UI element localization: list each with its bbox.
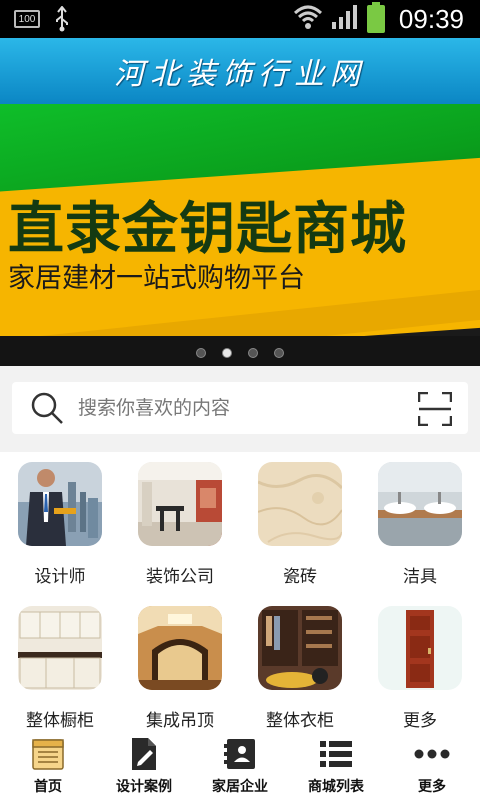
category-grid: 设计师 装饰公司 瓷砖 洁具 整体橱柜 集成吊顶 整体衣柜 更多 [0,452,480,732]
search-bar[interactable] [12,382,468,434]
nav-home[interactable]: 首页 [0,732,96,800]
list-icon [318,736,354,772]
nav-label: 更多 [418,779,446,795]
promo-banner[interactable]: 直隶金钥匙商城 家居建材一站式购物平台 [0,104,480,366]
category-label: 更多 [403,711,437,731]
category-label: 瓷砖 [283,567,317,587]
category-label: 整体橱柜 [26,711,94,731]
category-label: 设计师 [34,567,86,587]
category-label: 洁具 [403,567,437,587]
banner-dot[interactable] [248,348,258,358]
banner-pagination [0,348,480,358]
battery-icon [366,2,385,33]
tile-image [258,462,342,546]
wifi-icon [293,4,323,34]
category-label: 整体衣柜 [266,711,334,731]
design-case-icon [126,736,162,772]
category-tile[interactable]: 瓷砖 [240,452,360,594]
category-label: 集成吊顶 [146,711,214,731]
wardrobe-image [258,606,342,690]
nav-more[interactable]: 更多 [384,732,480,800]
category-more[interactable]: 更多 [360,596,480,738]
nav-design-cases[interactable]: 设计案例 [96,732,192,800]
nav-label: 家居企业 [212,779,268,795]
designer-image [18,462,102,546]
category-decoration-company[interactable]: 装饰公司 [120,452,240,594]
usb-icon [54,5,70,37]
app-header: 河北装饰行业网 [0,38,480,104]
more-icon [414,736,450,772]
category-ceiling[interactable]: 集成吊顶 [120,596,240,738]
signal-icon [331,4,359,34]
banner-headline: 直隶金钥匙商城 [8,197,407,262]
nav-home-companies[interactable]: 家居企业 [192,732,288,800]
bottom-nav: 首页 设计案例 家居企业 商城列表 更多 [0,732,480,800]
search-icon[interactable] [30,391,64,425]
sanitary-ware-image [378,462,462,546]
search-area [0,366,480,452]
kitchen-cabinet-image [18,606,102,690]
search-input[interactable] [78,397,388,419]
scan-icon[interactable] [417,391,453,427]
decoration-company-image [138,462,222,546]
banner-dot[interactable] [274,348,284,358]
category-designer[interactable]: 设计师 [0,452,120,594]
category-sanitary-ware[interactable]: 洁具 [360,452,480,594]
company-icon [222,736,258,772]
nav-mall-list[interactable]: 商城列表 [288,732,384,800]
app-title: 河北装饰行业网 [114,57,366,92]
battery-percent-text: 100 [18,13,36,25]
category-kitchen-cabinet[interactable]: 整体橱柜 [0,596,120,738]
category-label: 装饰公司 [146,567,214,587]
ceiling-image [138,606,222,690]
category-wardrobe[interactable]: 整体衣柜 [240,596,360,738]
banner-dot[interactable] [196,348,206,358]
nav-label: 首页 [34,779,62,795]
status-time: 09:39 [398,3,464,34]
banner-dot-active[interactable] [222,348,232,358]
battery-percent-icon: 100 [14,10,40,28]
banner-subheadline: 家居建材一站式购物平台 [8,263,305,294]
status-bar: 100 09:39 [0,0,480,38]
home-icon [30,736,66,772]
nav-label: 设计案例 [116,779,172,795]
door-image [378,606,462,690]
nav-label: 商城列表 [308,779,364,795]
